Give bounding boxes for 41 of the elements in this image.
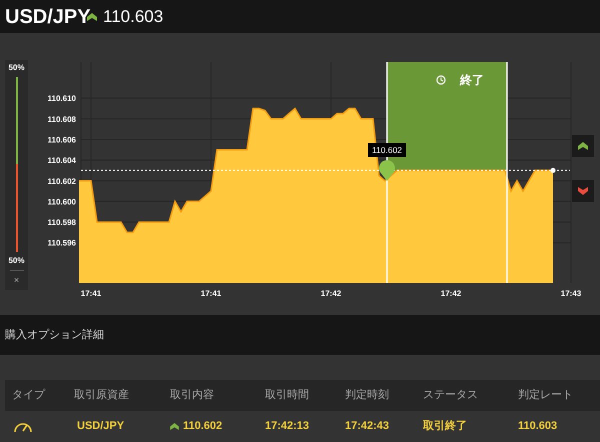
y-axis-label: 110.600	[48, 197, 76, 206]
y-axis-label: 110.608	[48, 114, 76, 124]
x-axis-label: 17:42	[440, 289, 462, 298]
up-percent: 50%	[8, 62, 24, 74]
history-icon	[436, 75, 446, 85]
x-axis-label: 17:41	[200, 289, 222, 298]
price-value: 110.603	[103, 6, 164, 28]
expiry-label: 終了	[460, 73, 484, 87]
y-axis-label: 110.602	[48, 176, 76, 186]
column-header: 取引内容	[170, 387, 215, 404]
chevron-up-icon	[170, 422, 179, 430]
table-cell-text: 110.602	[183, 418, 222, 434]
x-axis-label: 17:42	[320, 289, 342, 298]
column-header: 取引時間	[265, 387, 310, 404]
current-rate-dot	[550, 168, 556, 173]
chevron-up-icon	[578, 142, 588, 150]
table-cell-text: 110.603	[518, 418, 558, 434]
put-button[interactable]	[572, 180, 594, 202]
column-header: ステータス	[423, 387, 479, 404]
y-axis-label: 110.596	[48, 238, 76, 248]
section-title: 購入オプション詳細	[5, 326, 104, 343]
y-axis-label: 110.598	[48, 218, 76, 228]
y-axis-label: 110.604	[48, 156, 76, 166]
call-button[interactable]	[572, 135, 594, 157]
close-button[interactable]: ×	[14, 274, 20, 287]
x-axis-label: 17:43	[560, 289, 582, 298]
table-cell-text: 取引終了	[423, 418, 468, 434]
chevron-down-icon	[578, 187, 588, 195]
column-header: 取引原資産	[74, 387, 130, 404]
column-header: 判定レート	[518, 387, 574, 404]
x-axis-label: 17:41	[80, 289, 102, 298]
tooltip: 110.602	[368, 143, 406, 157]
column-header: タイプ	[11, 387, 46, 404]
column-header: 判定時刻	[345, 387, 390, 404]
y-axis-label: 110.610	[48, 94, 76, 104]
entry-marker-icon	[379, 160, 395, 181]
table-cell-text: USD/JPY	[76, 418, 126, 434]
table-cell-text: 17:42:43	[345, 418, 390, 434]
y-axis-label: 110.606	[48, 135, 76, 144]
table-cell-text: 17:42:13	[265, 418, 310, 434]
down-percent: 50%	[8, 254, 24, 267]
